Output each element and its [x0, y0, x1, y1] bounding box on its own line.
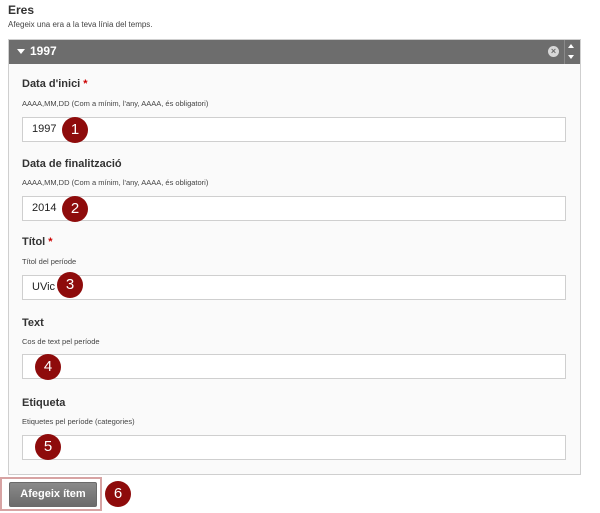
text-label: Text: [22, 317, 44, 329]
start-date-label-text: Data d'inici: [22, 78, 81, 90]
end-date-input[interactable]: 2014: [22, 196, 566, 221]
start-date-input[interactable]: 1997: [22, 117, 566, 142]
title-label: Títol *: [22, 236, 53, 248]
section-title: Eres: [8, 3, 35, 17]
step-marker-6: 6: [105, 481, 131, 507]
era-panel-title: 1997: [30, 44, 57, 58]
add-item-button[interactable]: Afegeix ítem: [9, 482, 97, 507]
step-marker-1: 1: [62, 117, 88, 143]
text-input[interactable]: [22, 354, 566, 379]
tag-label-text: Etiqueta: [22, 397, 66, 409]
step-marker-2: 2: [62, 196, 88, 222]
tag-help: Etiquetes pel període (categories): [22, 417, 135, 426]
step-marker-5: 5: [35, 434, 61, 460]
start-date-label: Data d'inici *: [22, 78, 88, 90]
tag-input[interactable]: [22, 435, 566, 460]
title-help: Títol del període: [22, 257, 77, 266]
end-date-help: AAAA,MM,DD (Com a mínim, l'any, AAAA, és…: [22, 178, 209, 187]
panel-divider: [564, 40, 565, 64]
end-date-label-text: Data de finalització: [22, 158, 122, 170]
step-marker-4: 4: [35, 354, 61, 380]
move-down-icon[interactable]: [568, 55, 574, 59]
collapse-caret-icon[interactable]: [17, 49, 25, 54]
tag-label: Etiqueta: [22, 397, 65, 409]
remove-icon[interactable]: ×: [548, 46, 559, 57]
end-date-label: Data de finalització: [22, 158, 122, 170]
text-help: Cos de text pel període: [22, 337, 100, 346]
move-up-icon[interactable]: [568, 44, 574, 48]
title-input[interactable]: UVic: [22, 275, 566, 300]
required-marker: *: [83, 78, 88, 90]
step-marker-3: 3: [57, 272, 83, 298]
text-label-text: Text: [22, 317, 44, 329]
era-panel-header[interactable]: 1997 ×: [9, 40, 580, 64]
title-label-text: Títol: [22, 236, 46, 248]
required-marker: *: [48, 236, 53, 248]
section-help: Afegeix una era a la teva línia del temp…: [8, 20, 153, 29]
start-date-help: AAAA,MM,DD (Com a mínim, l'any, AAAA, és…: [22, 99, 209, 108]
